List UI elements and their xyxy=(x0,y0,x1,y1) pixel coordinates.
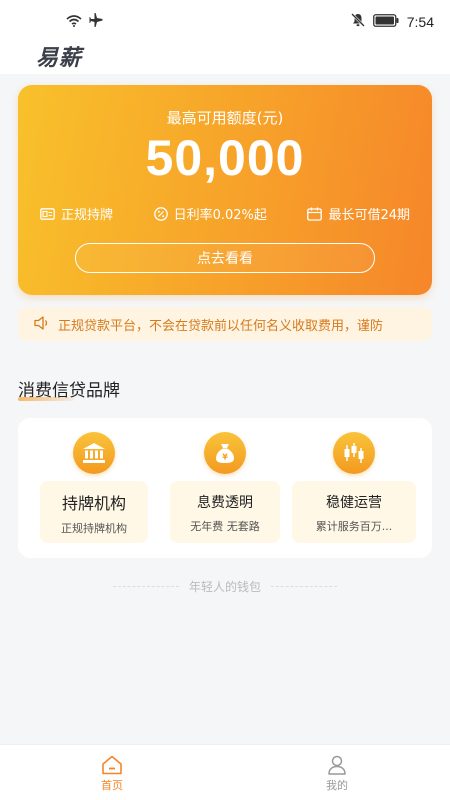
tagline: 年轻人的钱包 xyxy=(0,578,450,595)
app-header: 易薪 xyxy=(0,40,450,74)
status-bar: 7:54 xyxy=(0,0,450,40)
bank-icon xyxy=(73,432,115,474)
credit-limit-card[interactable]: 最高可用额度(元) 50,000 正规持牌 日利率0.02%起 最长可借24期 … xyxy=(18,85,432,295)
brand-subtitle: 正规持牌机构 xyxy=(61,522,127,535)
wifi-icon xyxy=(66,12,82,31)
brand-title: 息费透明 xyxy=(197,495,253,511)
brand-subtitle: 累计服务百万... xyxy=(315,520,393,533)
tab-mine-label: 我的 xyxy=(326,779,348,792)
brand-item-stable[interactable]: 稳健运营 累计服务百万... xyxy=(292,418,416,558)
svg-text:¥: ¥ xyxy=(222,453,228,462)
tagline-text: 年轻人的钱包 xyxy=(188,580,261,594)
notice-text: 正规贷款平台，不会在贷款前以任何名义收取费用，谨防 xyxy=(58,318,384,334)
feature-rate: 日利率0.02%起 xyxy=(153,204,267,223)
battery-icon xyxy=(372,12,399,31)
airplane-icon xyxy=(88,12,104,31)
status-left xyxy=(66,12,104,31)
feature-licensed: 正规持牌 xyxy=(40,204,113,223)
bottom-tab-bar: 首页 我的 xyxy=(0,744,450,800)
feature-term-text: 最长可借24期 xyxy=(328,208,410,223)
brand-box-transparent: 息费透明 无年费 无套路 xyxy=(170,481,280,543)
brand-item-licensed[interactable]: 持牌机构 正规持牌机构 xyxy=(40,418,148,558)
feature-term: 最长可借24期 xyxy=(307,204,410,223)
brand-subtitle: 无年费 无套路 xyxy=(190,520,260,533)
brand-card: 持牌机构 正规持牌机构 ¥ 息费透明 无年费 无套路 稳健运营 累计服务百万..… xyxy=(18,418,432,558)
feature-rate-text: 日利率0.02%起 xyxy=(173,208,267,223)
section-underline xyxy=(18,397,74,401)
brand-title: 持牌机构 xyxy=(61,494,126,513)
money-bag-icon: ¥ xyxy=(204,432,246,474)
tab-home-label: 首页 xyxy=(101,779,123,792)
mute-icon xyxy=(350,12,365,31)
brand-item-transparent[interactable]: ¥ 息费透明 无年费 无套路 xyxy=(170,418,280,558)
home-icon xyxy=(82,755,142,775)
credit-limit-amount: 50,000 xyxy=(145,130,305,186)
credit-limit-label: 最高可用额度(元) xyxy=(166,109,284,127)
tab-home[interactable]: 首页 xyxy=(82,755,142,793)
status-right: 7:54 xyxy=(350,12,434,31)
percent-icon xyxy=(153,206,168,221)
notice-bar[interactable]: 正规贷款平台，不会在贷款前以任何名义收取费用，谨防 xyxy=(18,307,432,341)
brand-box-licensed: 持牌机构 正规持牌机构 xyxy=(40,481,148,543)
divider-left xyxy=(112,586,179,587)
feature-licensed-text: 正规持牌 xyxy=(61,208,114,223)
go-check-button[interactable]: 点去看看 xyxy=(75,243,375,273)
brand-title: 稳健运营 xyxy=(326,495,382,511)
brand-box-stable: 稳健运营 累计服务百万... xyxy=(292,481,416,543)
hero-features: 正规持牌 日利率0.02%起 最长可借24期 xyxy=(40,204,410,223)
candlestick-icon xyxy=(333,432,375,474)
status-time: 7:54 xyxy=(406,13,434,30)
calendar-icon xyxy=(307,207,323,221)
user-icon xyxy=(307,755,367,775)
license-icon xyxy=(40,207,55,220)
tab-mine[interactable]: 我的 xyxy=(307,755,367,793)
speaker-icon xyxy=(34,315,50,334)
app-logo: 易薪 xyxy=(36,46,83,71)
divider-right xyxy=(271,586,337,587)
